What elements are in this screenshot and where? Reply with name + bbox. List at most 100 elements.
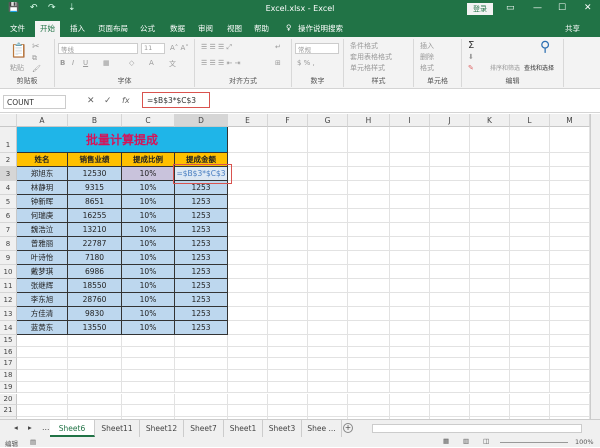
data-cell[interactable]: 12530: [68, 167, 122, 181]
cell[interactable]: [268, 127, 308, 153]
cell[interactable]: [550, 405, 590, 417]
cell[interactable]: [470, 223, 510, 237]
data-cell[interactable]: 10%: [122, 307, 175, 321]
cell[interactable]: [550, 237, 590, 251]
row-header[interactable]: 14: [0, 321, 17, 335]
cell[interactable]: [308, 293, 348, 307]
column-header[interactable]: M: [550, 114, 590, 127]
cell[interactable]: [510, 209, 550, 223]
cell[interactable]: [308, 370, 348, 382]
cell[interactable]: [348, 346, 390, 359]
data-cell[interactable]: 13550: [68, 321, 122, 335]
cell[interactable]: [510, 307, 550, 321]
zoom-level[interactable]: 100%: [575, 438, 594, 446]
cell[interactable]: [510, 167, 550, 181]
cell[interactable]: [308, 393, 348, 406]
cell[interactable]: [175, 346, 228, 359]
cell[interactable]: [390, 370, 430, 382]
cell[interactable]: [510, 279, 550, 293]
cell[interactable]: [122, 335, 175, 347]
cell[interactable]: [510, 321, 550, 335]
cell[interactable]: [470, 335, 510, 347]
data-cell[interactable]: 6986: [68, 265, 122, 279]
cell[interactable]: [348, 251, 390, 265]
cell[interactable]: [550, 393, 590, 406]
row-header[interactable]: 4: [0, 181, 17, 195]
cell[interactable]: [430, 293, 470, 307]
cell[interactable]: [122, 370, 175, 382]
cell[interactable]: [17, 358, 68, 371]
bold-icon[interactable]: B: [60, 59, 65, 67]
column-header[interactable]: L: [510, 114, 550, 127]
cell[interactable]: [470, 167, 510, 181]
cell[interactable]: [390, 181, 430, 195]
cell[interactable]: [390, 223, 430, 237]
cell[interactable]: [17, 393, 68, 406]
cell[interactable]: [228, 321, 268, 335]
cell[interactable]: [390, 279, 430, 293]
tab-formulas[interactable]: 公式: [140, 23, 155, 34]
cell[interactable]: [348, 127, 390, 153]
autosum-icon[interactable]: Σ: [468, 40, 474, 51]
clear-icon[interactable]: ✎: [468, 64, 474, 72]
cell[interactable]: [308, 381, 348, 394]
cell[interactable]: [228, 346, 268, 359]
italic-icon[interactable]: I: [72, 59, 74, 67]
cell[interactable]: [390, 393, 430, 406]
cell[interactable]: [390, 381, 430, 394]
column-header[interactable]: B: [68, 114, 122, 127]
cell[interactable]: [510, 335, 550, 347]
row-header[interactable]: 11: [0, 279, 17, 293]
data-cell[interactable]: 22787: [68, 237, 122, 251]
sort-filter-button[interactable]: 排序和筛选: [490, 63, 520, 72]
cell[interactable]: [470, 209, 510, 223]
row-header[interactable]: 1: [0, 127, 17, 153]
cell[interactable]: [390, 237, 430, 251]
cell[interactable]: [308, 237, 348, 251]
cell[interactable]: [228, 358, 268, 371]
conditional-format-button[interactable]: 条件格式: [350, 41, 378, 51]
cell[interactable]: [228, 237, 268, 251]
row-header[interactable]: 18: [0, 370, 17, 382]
cell[interactable]: [470, 127, 510, 153]
cell[interactable]: [228, 370, 268, 382]
cell[interactable]: [430, 393, 470, 406]
cell[interactable]: [470, 251, 510, 265]
data-cell[interactable]: 方佳清: [17, 307, 68, 321]
cell[interactable]: [550, 209, 590, 223]
data-cell[interactable]: 10%: [122, 265, 175, 279]
normal-view-icon[interactable]: ▦: [443, 437, 449, 445]
cell[interactable]: [510, 393, 550, 406]
cell[interactable]: [268, 237, 308, 251]
cell[interactable]: [348, 293, 390, 307]
column-header[interactable]: D: [175, 114, 228, 127]
cell[interactable]: [550, 251, 590, 265]
sheet-tab[interactable]: Sheet7: [184, 420, 224, 437]
cell[interactable]: [390, 405, 430, 417]
font-grow-icon[interactable]: A˄ A˅: [170, 44, 189, 52]
cell[interactable]: [308, 279, 348, 293]
next-sheet-icon[interactable]: ▸: [28, 423, 32, 432]
tab-review[interactable]: 审阅: [198, 23, 213, 34]
cell[interactable]: [348, 209, 390, 223]
data-cell[interactable]: 18550: [68, 279, 122, 293]
header-cell[interactable]: 提成比例: [122, 153, 175, 167]
cell[interactable]: [17, 381, 68, 394]
cell[interactable]: [268, 358, 308, 371]
row-header[interactable]: 15: [0, 335, 17, 347]
paste-label[interactable]: 粘贴: [10, 63, 24, 73]
cut-icon[interactable]: ✂: [32, 42, 40, 52]
row-header[interactable]: 17: [0, 358, 17, 371]
cell[interactable]: [268, 321, 308, 335]
cell[interactable]: [390, 167, 430, 181]
data-cell[interactable]: 1253: [175, 265, 228, 279]
cell[interactable]: [510, 181, 550, 195]
prev-sheet-icon[interactable]: ◂: [14, 423, 18, 432]
cell[interactable]: [470, 195, 510, 209]
sheet-tab[interactable]: Shee ...: [302, 420, 342, 437]
row-header[interactable]: 10: [0, 265, 17, 279]
cell[interactable]: [470, 381, 510, 394]
row-header[interactable]: 19: [0, 381, 17, 394]
data-cell[interactable]: 李东旭: [17, 293, 68, 307]
cell[interactable]: [228, 307, 268, 321]
